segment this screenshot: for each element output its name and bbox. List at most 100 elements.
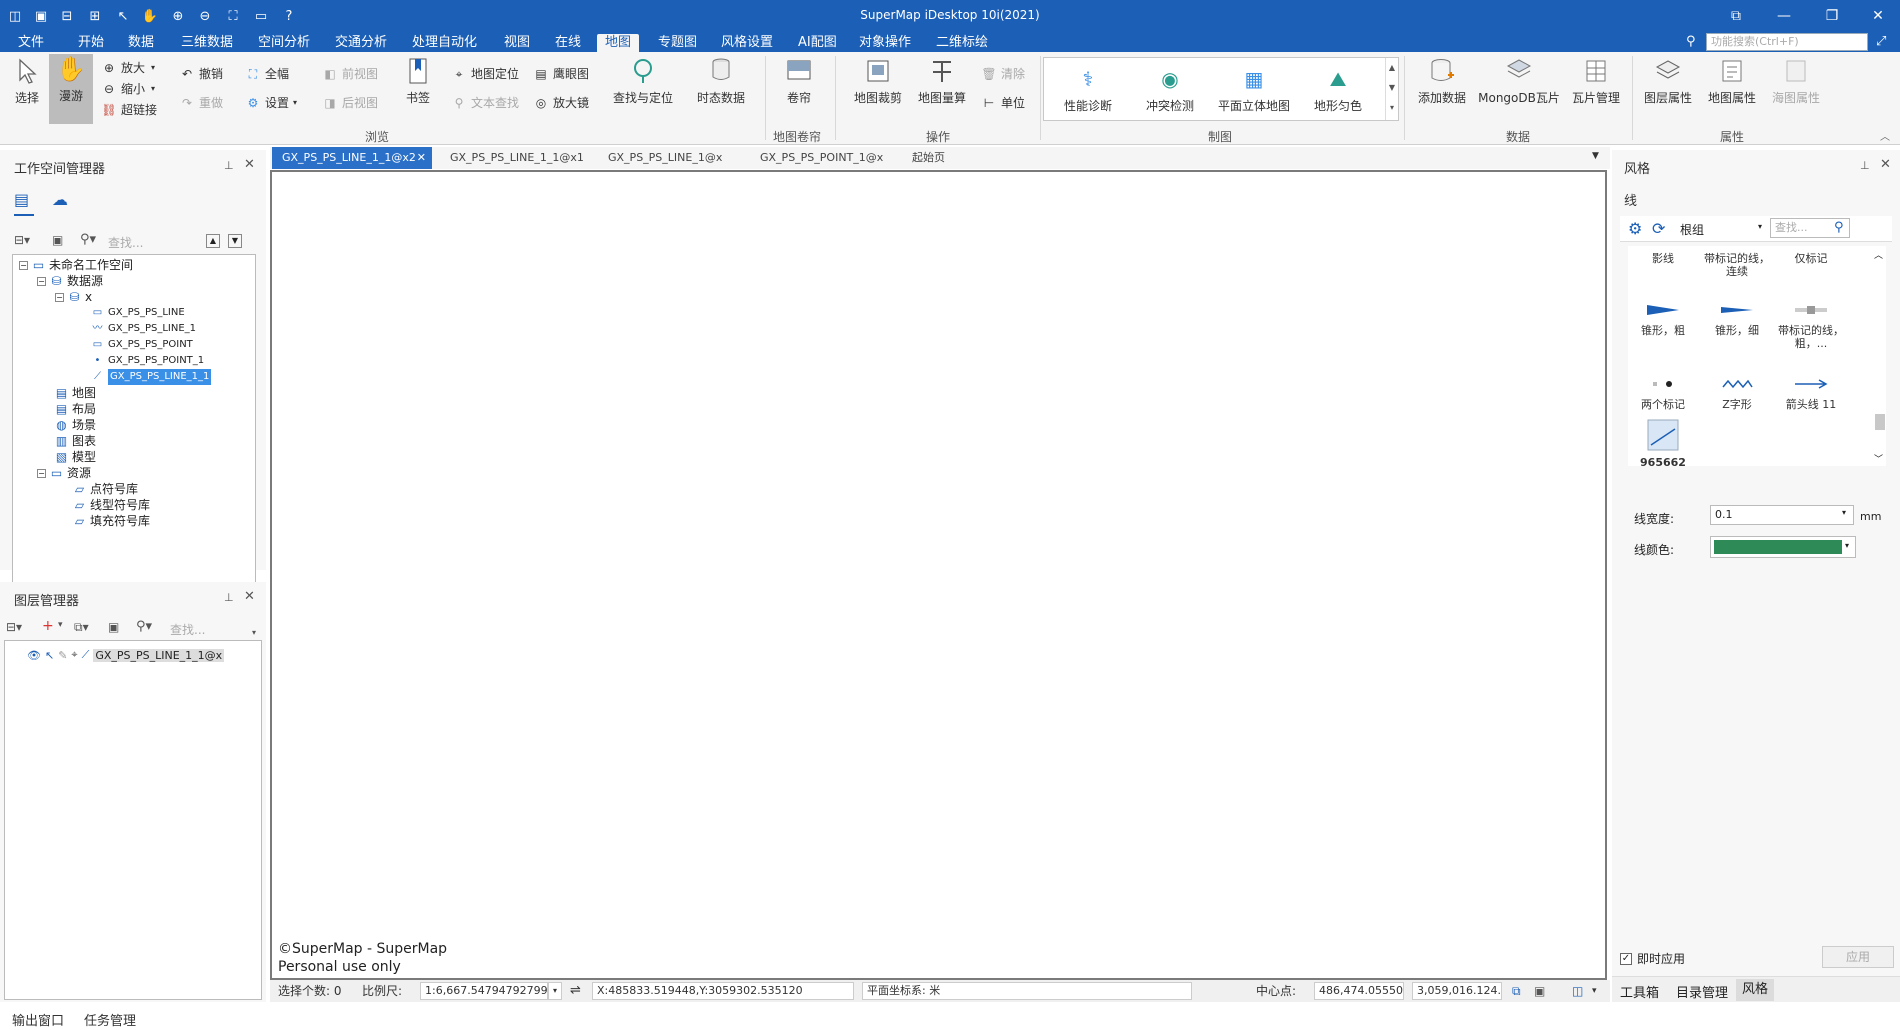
swap-icon[interactable]: ⇌ <box>570 982 581 1000</box>
map-clip-button[interactable]: 地图裁剪 <box>850 56 906 122</box>
search-down-button[interactable]: ▼ <box>228 234 242 248</box>
group-dropdown-icon[interactable]: ▾ <box>1758 222 1762 231</box>
selectable-icon[interactable]: ↖ <box>45 649 54 662</box>
full-extent-button[interactable]: ⛶ 全幅 <box>246 64 289 84</box>
tab-style[interactable]: 风格 <box>1736 979 1775 1001</box>
editable-icon[interactable]: ✎ <box>58 649 67 662</box>
menu-automation[interactable]: 处理自动化 <box>404 34 485 52</box>
style-section-tab[interactable]: 线 <box>1624 190 1637 209</box>
search-icon[interactable]: ⚲▾ <box>136 619 152 634</box>
pin-icon[interactable]: ⊥ <box>224 159 234 172</box>
close-panel-icon[interactable]: ✕ <box>244 589 255 604</box>
find-locate-button[interactable]: 查找与定位 <box>610 56 676 122</box>
add-layer-icon[interactable]: + <box>42 618 54 634</box>
tile-manage-button[interactable]: 瓦片管理 <box>1566 56 1626 122</box>
refresh-icon[interactable]: ▣ <box>52 233 63 247</box>
open-datasource-icon[interactable]: ⊟▾ <box>14 233 30 247</box>
unit-button[interactable]: ⊢ 单位 <box>982 93 1025 113</box>
center-y-input[interactable]: 3,059,016.124... <box>1412 982 1502 1000</box>
tree-node-layouts[interactable]: ▤ 布局 <box>55 401 96 417</box>
menu-online[interactable]: 在线 <box>547 34 589 52</box>
pin-icon[interactable]: ⊥ <box>1860 159 1870 172</box>
menu-thematic[interactable]: 专题图 <box>650 34 705 52</box>
symbol-item[interactable]: 影线 <box>1628 252 1698 265</box>
layer-search-input[interactable]: 查找... <box>170 621 205 638</box>
perf-diagnose-button[interactable]: ⚕ 性能诊断 <box>1058 64 1118 130</box>
tab-toolbox[interactable]: 工具箱 <box>1620 982 1659 1001</box>
map-props-button[interactable]: 地图属性 <box>1702 56 1762 122</box>
dataset-item[interactable]: • GX_PS_PS_POINT_1 <box>91 353 205 369</box>
layer-item[interactable]: 👁 ↖ ✎ ⌖ ⟋ GX_PS_PS_LINE_1_1@x <box>27 647 225 663</box>
clear-button[interactable]: 🗑 清除 <box>981 64 1025 84</box>
function-search-input[interactable]: 功能搜索(Ctrl+F) <box>1706 33 1868 51</box>
swipe-button[interactable]: 卷帘 <box>780 56 818 122</box>
symbol-item[interactable]: 锥形，细 <box>1702 300 1772 337</box>
undo-button[interactable]: ↶ 撤销 <box>180 64 223 84</box>
doc-tab[interactable]: GX_PS_PS_LINE_1@x <box>598 147 732 169</box>
dataset-item[interactable]: ▭ GX_PS_PS_LINE <box>91 305 185 321</box>
menu-3d-data[interactable]: 三维数据 <box>173 34 241 52</box>
dataset-item-selected[interactable]: ⟋ GX_PS_PS_LINE_1_1 <box>91 369 212 385</box>
tree-node-datasources[interactable]: − ⛁ 数据源 <box>37 273 103 289</box>
dataset-item[interactable]: ▭ GX_PS_PS_POINT <box>91 337 193 353</box>
center-x-input[interactable]: 486,474.055500 <box>1314 982 1404 1000</box>
symbol-item[interactable]: 带标记的线，粗，... <box>1776 300 1846 350</box>
tree-node-line-symbols[interactable]: ▱ 线型符号库 <box>73 497 150 513</box>
workspace-search-input[interactable]: 查找... <box>108 234 143 251</box>
fullscreen-icon[interactable]: ⤢ <box>1876 34 1886 49</box>
layer-props-button[interactable]: 图层属性 <box>1640 56 1696 122</box>
dataset-item[interactable]: 〰 GX_PS_PS_LINE_1 <box>91 321 197 337</box>
snap-icon[interactable]: ⌖ <box>71 648 77 662</box>
tab-catalog[interactable]: 目录管理 <box>1676 982 1728 1001</box>
menu-ai-mapping[interactable]: AI配图 <box>790 34 845 52</box>
menu-style-settings[interactable]: 风格设置 <box>713 34 781 52</box>
next-view-button[interactable]: ◨ 后视图 <box>323 93 378 113</box>
redo-button[interactable]: ↷ 重做 <box>180 93 223 113</box>
maximize-button[interactable]: ❐ <box>1812 4 1852 28</box>
plane-3d-map-button[interactable]: ▦ 平面立体地图 <box>1212 64 1296 130</box>
symbol-group-select[interactable]: 根组 <box>1680 221 1704 238</box>
instant-apply-checkbox[interactable]: ✓ 即时应用 <box>1620 950 1685 967</box>
doc-tab[interactable]: GX_PS_PS_POINT_1@x <box>750 147 893 169</box>
menu-view[interactable]: 视图 <box>496 34 538 52</box>
menu-spatial-analysis[interactable]: 空间分析 <box>250 34 318 52</box>
search-icon[interactable]: ⚲ <box>1834 220 1844 235</box>
menu-2d-plot[interactable]: 二维标绘 <box>928 34 996 52</box>
hyperlink-button[interactable]: ⛓ 超链接 <box>101 100 157 120</box>
text-find-button[interactable]: ⚲ 文本查找 <box>452 93 519 113</box>
layer-group-icon[interactable]: ⧉▾ <box>74 620 89 635</box>
pin-icon[interactable]: ⊥ <box>224 591 234 604</box>
scale-dropdown[interactable]: ▾ <box>548 982 562 1000</box>
doc-tab[interactable]: GX_PS_PS_LINE_1_1@x1 <box>440 147 594 169</box>
chart-props-button[interactable]: 海图属性 <box>1766 56 1826 122</box>
apply-button[interactable]: 应用 <box>1822 946 1894 968</box>
symbol-item[interactable]: 锥形，粗 <box>1628 300 1698 337</box>
tree-node-datasource-x[interactable]: − ⛁ x <box>55 289 92 305</box>
tab-output-window[interactable]: 输出窗口 <box>12 1010 64 1029</box>
tree-node-scenes[interactable]: ◍ 场景 <box>55 417 96 433</box>
tree-node-models[interactable]: ▧ 模型 <box>55 449 96 465</box>
tab-task-manager[interactable]: 任务管理 <box>84 1010 136 1029</box>
tree-node-resources[interactable]: − ▭ 资源 <box>37 465 91 481</box>
scene-tree-tab-icon[interactable]: ☁ <box>52 190 68 209</box>
mongodb-tile-button[interactable]: MongoDB瓦片 <box>1478 56 1560 122</box>
temporal-data-button[interactable]: 时态数据 <box>693 56 749 122</box>
scroll-down-icon[interactable]: ﹀ <box>1874 452 1883 465</box>
close-panel-icon[interactable]: ✕ <box>1880 157 1891 172</box>
tree-node-workspace[interactable]: − ▭ 未命名工作空间 <box>19 257 133 273</box>
search-up-button[interactable]: ▲ <box>206 234 220 248</box>
tree-node-point-symbols[interactable]: ▱ 点符号库 <box>73 481 138 497</box>
zoom-in-button[interactable]: ⊕ 放大 ▾ <box>102 58 155 78</box>
map-measure-button[interactable]: 地图量算 <box>914 56 970 122</box>
overview-button[interactable]: ▤ 鹰眼图 <box>534 64 589 84</box>
search-icon[interactable]: ⚲▾ <box>80 232 96 247</box>
map-locate-button[interactable]: ⌖ 地图定位 <box>452 64 519 84</box>
status-dropdown[interactable]: ▾ <box>1592 982 1597 1000</box>
menu-start[interactable]: 开始 <box>70 34 112 52</box>
add-data-button[interactable]: 添加数据 <box>1412 56 1472 122</box>
checkbox-icon[interactable]: ✓ <box>1620 952 1632 965</box>
map-mode-icon[interactable]: ◫ <box>1572 982 1583 1000</box>
minimize-button[interactable]: — <box>1764 4 1804 28</box>
settings-button[interactable]: ⚙ 设置 ▾ <box>246 93 297 113</box>
close-tab-icon[interactable]: ✕ <box>417 147 426 169</box>
